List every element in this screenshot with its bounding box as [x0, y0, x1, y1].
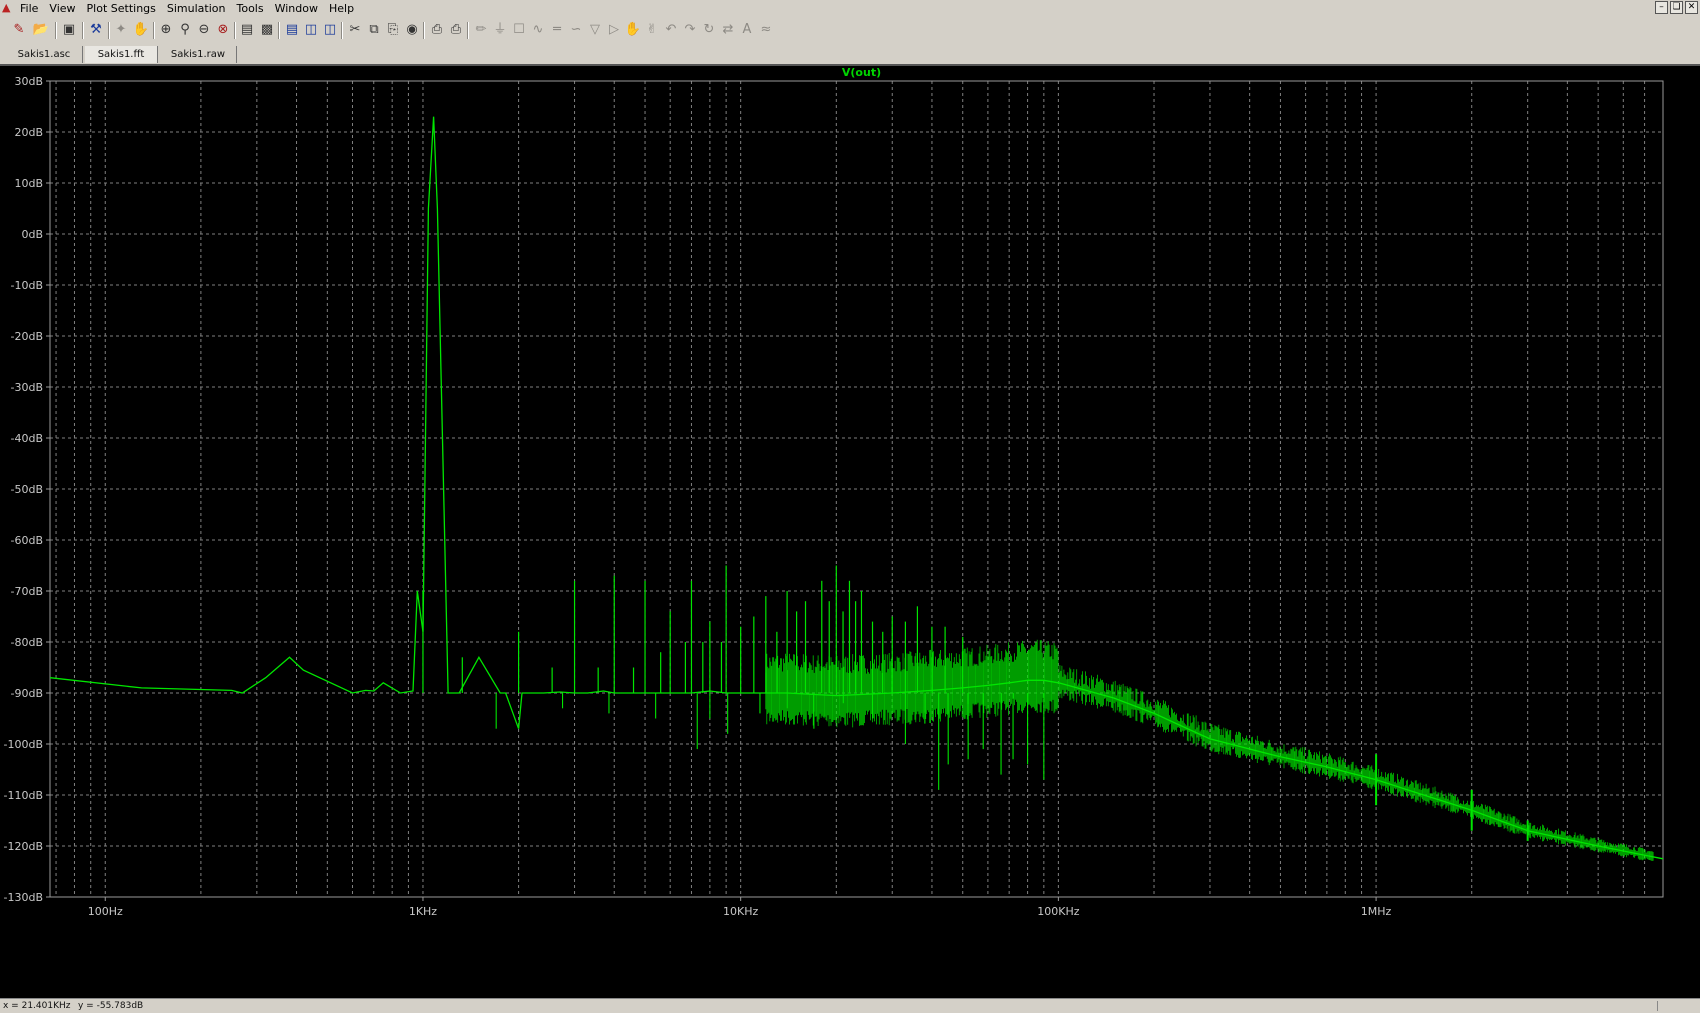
paste-icon[interactable]: ⎘ [384, 21, 402, 39]
y-tick-label: -50dB [11, 483, 44, 496]
menu-plot-settings[interactable]: Plot Settings [87, 2, 156, 16]
cursor-x-readout: x = 21.401KHz [3, 1001, 71, 1011]
zoom-fit-icon[interactable]: ⊗ [214, 21, 232, 39]
y-tick-label: -120dB [4, 840, 44, 853]
ltspice-app-icon[interactable]: ▲ [2, 2, 13, 14]
toolbar: ✎ 📂 ▣ ⚒ ✦ ✋ ⊕ ⚲ ⊖ ⊗ ▤ ▩ ▤ ◫ ◫ ✂ ⧉ ⎘ ◉ ⎙ … [0, 17, 1700, 62]
y-tick-label: -60dB [11, 534, 44, 547]
inductor-icon[interactable]: ∽ [567, 21, 585, 39]
restore-icon[interactable]: ❏ [1670, 1, 1683, 14]
mirror-icon[interactable]: ⇄ [719, 21, 737, 39]
x-tick-label: 1MHz [1361, 905, 1392, 918]
y-tick-label: 30dB [14, 75, 43, 88]
y-tick-label: -70dB [11, 585, 44, 598]
menu-window[interactable]: Window [275, 2, 318, 16]
x-axis-labels: 100Hz 1KHz 10KHz 100KHz 1MHz [88, 905, 1392, 918]
autorange-icon[interactable]: ▤ [238, 21, 256, 39]
y-tick-label: -90dB [11, 687, 44, 700]
close-icon[interactable]: ✕ [1685, 1, 1698, 14]
text-icon[interactable]: A [738, 21, 756, 39]
menu-help[interactable]: Help [329, 2, 354, 16]
copy-icon[interactable]: ⧉ [365, 21, 383, 39]
menu-view[interactable]: View [49, 2, 75, 16]
minimize-icon[interactable]: – [1655, 1, 1668, 14]
y-tick-label: -80dB [11, 636, 44, 649]
cut-icon[interactable]: ✂ [346, 21, 364, 39]
x-tick-label: 1KHz [409, 905, 437, 918]
menu-tools[interactable]: Tools [236, 2, 263, 16]
fft-plot[interactable]: 30dB 20dB 10dB 0dB -10dB -20dB -30dB -40dB -50dB… [0, 66, 1700, 1000]
move-icon[interactable]: ✋ [624, 21, 642, 39]
tile-horizontal-icon[interactable]: ▤ [283, 21, 301, 39]
save-icon[interactable]: ▣ [60, 21, 78, 39]
y-axis-labels: 30dB 20dB 10dB 0dB -10dB -20dB -30dB -40dB -50dB… [4, 75, 44, 904]
ground-icon[interactable]: ⏚ [491, 21, 509, 39]
y-tick-label: -100dB [4, 738, 44, 751]
y-tick-label: -40dB [11, 432, 44, 445]
x-tick-label: 10KHz [723, 905, 758, 918]
status-bar: x = 21.401KHz y = -55.783dB [0, 998, 1700, 1013]
print-icon[interactable]: ⎙ [447, 21, 465, 39]
document-tabs: Sakis1.asc Sakis1.fft Sakis1.raw [0, 45, 1700, 64]
y-tick-label: 10dB [14, 177, 43, 190]
x-tick-label: 100KHz [1037, 905, 1079, 918]
resistor-icon[interactable]: ∿ [529, 21, 547, 39]
menu-bar: ▲ File View Plot Settings Simulation Too… [0, 0, 1700, 17]
noise-band [765, 639, 1654, 861]
find-icon[interactable]: ◉ [403, 21, 421, 39]
zoom-out-icon[interactable]: ⊖ [195, 21, 213, 39]
tab-sakis1-asc[interactable]: Sakis1.asc [6, 46, 83, 63]
y-tick-label: -130dB [4, 891, 44, 904]
menu-simulation[interactable]: Simulation [167, 2, 226, 16]
tab-sakis1-fft[interactable]: Sakis1.fft [85, 46, 158, 63]
resize-grip[interactable] [1657, 1001, 1698, 1011]
trace-label[interactable]: V(out) [842, 66, 881, 79]
spice-directive-icon[interactable]: ≈ [757, 21, 775, 39]
tab-sakis1-raw[interactable]: Sakis1.raw [160, 46, 237, 63]
print-setup-icon[interactable]: ⎙ [428, 21, 446, 39]
y-tick-label: -110dB [4, 789, 44, 802]
open-icon[interactable]: 📂 [32, 21, 50, 39]
cascade-icon[interactable]: ◫ [321, 21, 339, 39]
control-panel-icon[interactable]: ⚒ [87, 21, 105, 39]
label-icon[interactable]: ☐ [510, 21, 528, 39]
mark-icon[interactable]: ▩ [258, 21, 276, 39]
new-schematic-icon[interactable]: ✎ [10, 21, 28, 39]
capacitor-icon[interactable]: ═ [548, 21, 566, 39]
tile-vertical-icon[interactable]: ◫ [302, 21, 320, 39]
component-icon[interactable]: ▷ [605, 21, 623, 39]
menu-file[interactable]: File [20, 2, 38, 16]
zoom-pan-icon[interactable]: ⚲ [176, 21, 194, 39]
rotate-icon[interactable]: ↻ [700, 21, 718, 39]
wire-icon[interactable]: ✏ [472, 21, 490, 39]
x-tick-label: 100Hz [88, 905, 123, 918]
zoom-in-icon[interactable]: ⊕ [157, 21, 175, 39]
halt-icon[interactable]: ✋ [132, 21, 150, 39]
redo-icon[interactable]: ↷ [681, 21, 699, 39]
trace-vout [49, 116, 1664, 860]
plot-grid [46, 80, 1664, 901]
undo-icon[interactable]: ↶ [662, 21, 680, 39]
cursor-y-readout: y = -55.783dB [78, 1001, 144, 1011]
y-tick-label: -30dB [11, 381, 44, 394]
run-icon[interactable]: ✦ [112, 21, 130, 39]
diode-icon[interactable]: ▽ [586, 21, 604, 39]
plot-pane[interactable]: 30dB 20dB 10dB 0dB -10dB -20dB -30dB -40dB -50dB… [0, 64, 1700, 1000]
y-tick-label: -10dB [11, 279, 44, 292]
drag-icon[interactable]: ✌ [643, 21, 661, 39]
y-tick-label: 20dB [14, 126, 43, 139]
y-tick-label: -20dB [11, 330, 44, 343]
y-tick-label: 0dB [21, 228, 43, 241]
